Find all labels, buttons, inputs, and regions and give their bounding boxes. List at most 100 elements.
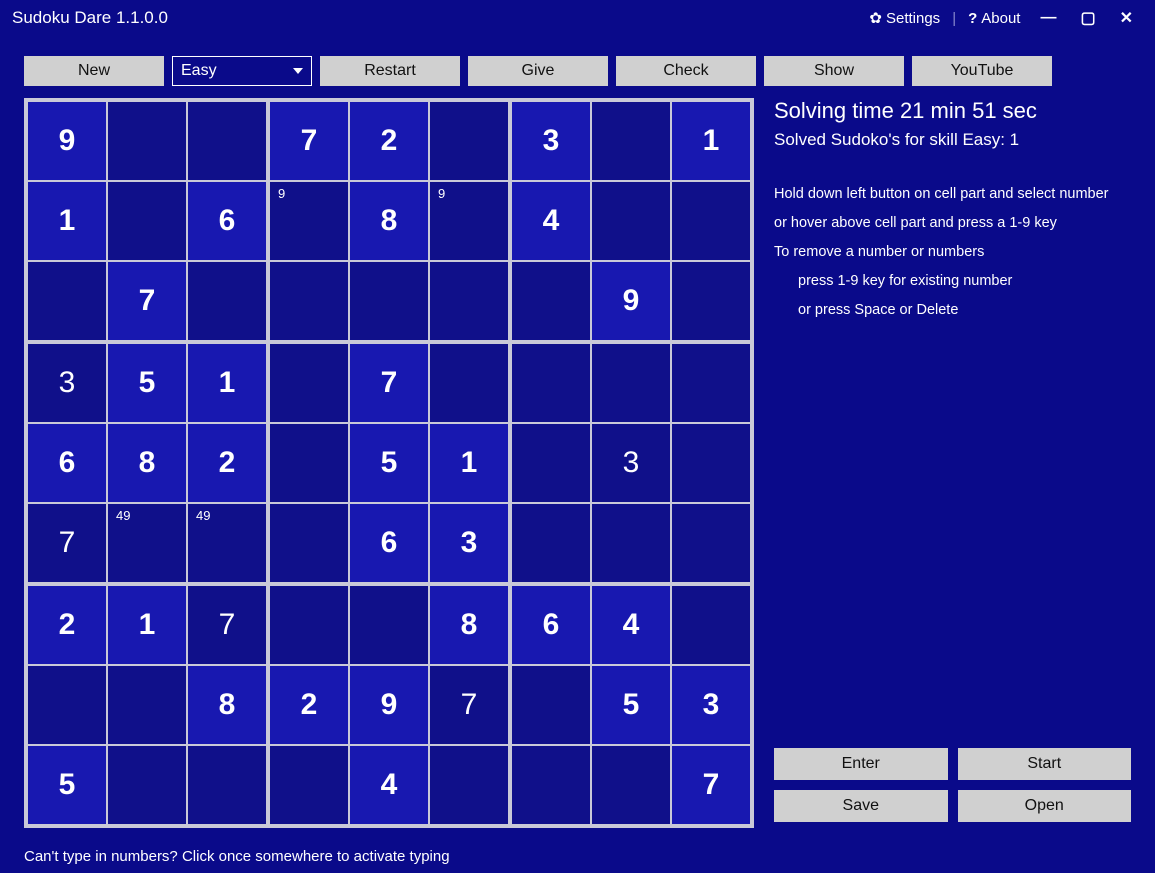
sudoku-cell[interactable] (270, 424, 348, 502)
check-button[interactable]: Check (616, 56, 756, 86)
settings-button[interactable]: ✿ Settings (863, 7, 946, 29)
sudoku-cell[interactable]: 49 (108, 504, 186, 582)
sudoku-cell[interactable] (672, 504, 750, 582)
sudoku-cell[interactable] (270, 746, 348, 824)
sudoku-cell[interactable] (350, 262, 428, 340)
sudoku-cell[interactable]: 9 (592, 262, 670, 340)
sudoku-cell[interactable]: 2 (188, 424, 266, 502)
sudoku-cell[interactable]: 7 (270, 102, 348, 180)
sudoku-cell[interactable] (270, 344, 348, 422)
sudoku-cell[interactable]: 5 (108, 344, 186, 422)
sudoku-cell[interactable]: 1 (108, 586, 186, 664)
about-button[interactable]: ? About (962, 8, 1026, 29)
save-button[interactable]: Save (774, 790, 948, 822)
sudoku-cell[interactable]: 7 (188, 586, 266, 664)
sudoku-cell[interactable] (270, 262, 348, 340)
sudoku-cell[interactable]: 8 (430, 586, 508, 664)
sudoku-cell[interactable]: 3 (672, 666, 750, 744)
sudoku-cell[interactable]: 7 (430, 666, 508, 744)
sudoku-cell[interactable] (430, 102, 508, 180)
sudoku-cell[interactable] (592, 504, 670, 582)
restart-button[interactable]: Restart (320, 56, 460, 86)
sudoku-cell[interactable] (512, 746, 590, 824)
sudoku-cell[interactable] (108, 102, 186, 180)
sudoku-cell[interactable] (512, 504, 590, 582)
show-button[interactable]: Show (764, 56, 904, 86)
sudoku-cell[interactable]: 6 (188, 182, 266, 260)
sudoku-cell[interactable] (430, 262, 508, 340)
maximize-button[interactable]: ▢ (1070, 8, 1105, 28)
sudoku-cell[interactable]: 4 (350, 746, 428, 824)
difficulty-select[interactable]: Easy (172, 56, 312, 86)
new-button[interactable]: New (24, 56, 164, 86)
sudoku-cell[interactable]: 5 (28, 746, 106, 824)
sudoku-cell[interactable]: 4 (592, 586, 670, 664)
sudoku-cell[interactable]: 9 (350, 666, 428, 744)
sudoku-cell[interactable]: 8 (188, 666, 266, 744)
sudoku-cell[interactable] (592, 102, 670, 180)
sudoku-cell[interactable] (512, 262, 590, 340)
sudoku-cell[interactable]: 1 (188, 344, 266, 422)
sudoku-cell[interactable] (672, 262, 750, 340)
sudoku-cell[interactable]: 8 (350, 182, 428, 260)
titlebar[interactable]: Sudoku Dare 1.1.0.0 ✿ Settings | ? About… (0, 0, 1155, 36)
sudoku-cell[interactable]: 3 (592, 424, 670, 502)
sudoku-cell[interactable]: 7 (350, 344, 428, 422)
close-button[interactable]: ✕ (1110, 8, 1143, 28)
sudoku-cell[interactable]: 5 (350, 424, 428, 502)
sudoku-cell[interactable]: 6 (512, 586, 590, 664)
youtube-button[interactable]: YouTube (912, 56, 1052, 86)
sudoku-cell[interactable]: 3 (512, 102, 590, 180)
sudoku-cell[interactable]: 2 (350, 102, 428, 180)
sudoku-cell[interactable] (592, 344, 670, 422)
sudoku-cell[interactable] (188, 746, 266, 824)
sudoku-cell[interactable] (270, 504, 348, 582)
sudoku-cell[interactable]: 3 (28, 344, 106, 422)
sudoku-cell[interactable]: 7 (28, 504, 106, 582)
sudoku-cell[interactable] (430, 746, 508, 824)
sudoku-cell[interactable]: 49 (188, 504, 266, 582)
sudoku-cell[interactable]: 9 (270, 182, 348, 260)
sudoku-cell[interactable] (28, 262, 106, 340)
sudoku-cell[interactable]: 9 (430, 182, 508, 260)
sudoku-cell[interactable]: 1 (672, 102, 750, 180)
sudoku-cell[interactable] (512, 666, 590, 744)
sudoku-cell[interactable]: 7 (672, 746, 750, 824)
sudoku-cell[interactable] (512, 344, 590, 422)
sudoku-cell[interactable] (592, 182, 670, 260)
sudoku-cell[interactable] (430, 344, 508, 422)
sudoku-cell[interactable]: 1 (28, 182, 106, 260)
start-button[interactable]: Start (958, 748, 1132, 780)
sudoku-cell[interactable]: 8 (108, 424, 186, 502)
sudoku-cell[interactable] (108, 666, 186, 744)
give-button[interactable]: Give (468, 56, 608, 86)
sudoku-cell[interactable] (672, 424, 750, 502)
enter-button[interactable]: Enter (774, 748, 948, 780)
open-button[interactable]: Open (958, 790, 1132, 822)
sudoku-cell[interactable] (188, 262, 266, 340)
sudoku-cell[interactable] (512, 424, 590, 502)
sudoku-cell[interactable]: 6 (28, 424, 106, 502)
sudoku-cell[interactable] (350, 586, 428, 664)
sudoku-cell[interactable]: 3 (430, 504, 508, 582)
sudoku-cell[interactable] (672, 586, 750, 664)
sudoku-cell[interactable]: 6 (350, 504, 428, 582)
sudoku-cell[interactable]: 1 (430, 424, 508, 502)
sudoku-cell[interactable]: 7 (108, 262, 186, 340)
sudoku-cell[interactable] (672, 344, 750, 422)
sudoku-cell[interactable] (592, 746, 670, 824)
sudoku-cell[interactable]: 2 (270, 666, 348, 744)
cell-value: 1 (703, 124, 720, 158)
sudoku-cell[interactable]: 2 (28, 586, 106, 664)
minimize-button[interactable]: — (1030, 9, 1066, 27)
sudoku-cell[interactable] (270, 586, 348, 664)
sudoku-cell[interactable] (108, 746, 186, 824)
sudoku-box: 3 1 49 (512, 102, 750, 340)
sudoku-cell[interactable] (28, 666, 106, 744)
sudoku-cell[interactable] (672, 182, 750, 260)
sudoku-cell[interactable]: 4 (512, 182, 590, 260)
sudoku-cell[interactable]: 5 (592, 666, 670, 744)
sudoku-cell[interactable] (108, 182, 186, 260)
sudoku-cell[interactable] (188, 102, 266, 180)
sudoku-cell[interactable]: 9 (28, 102, 106, 180)
